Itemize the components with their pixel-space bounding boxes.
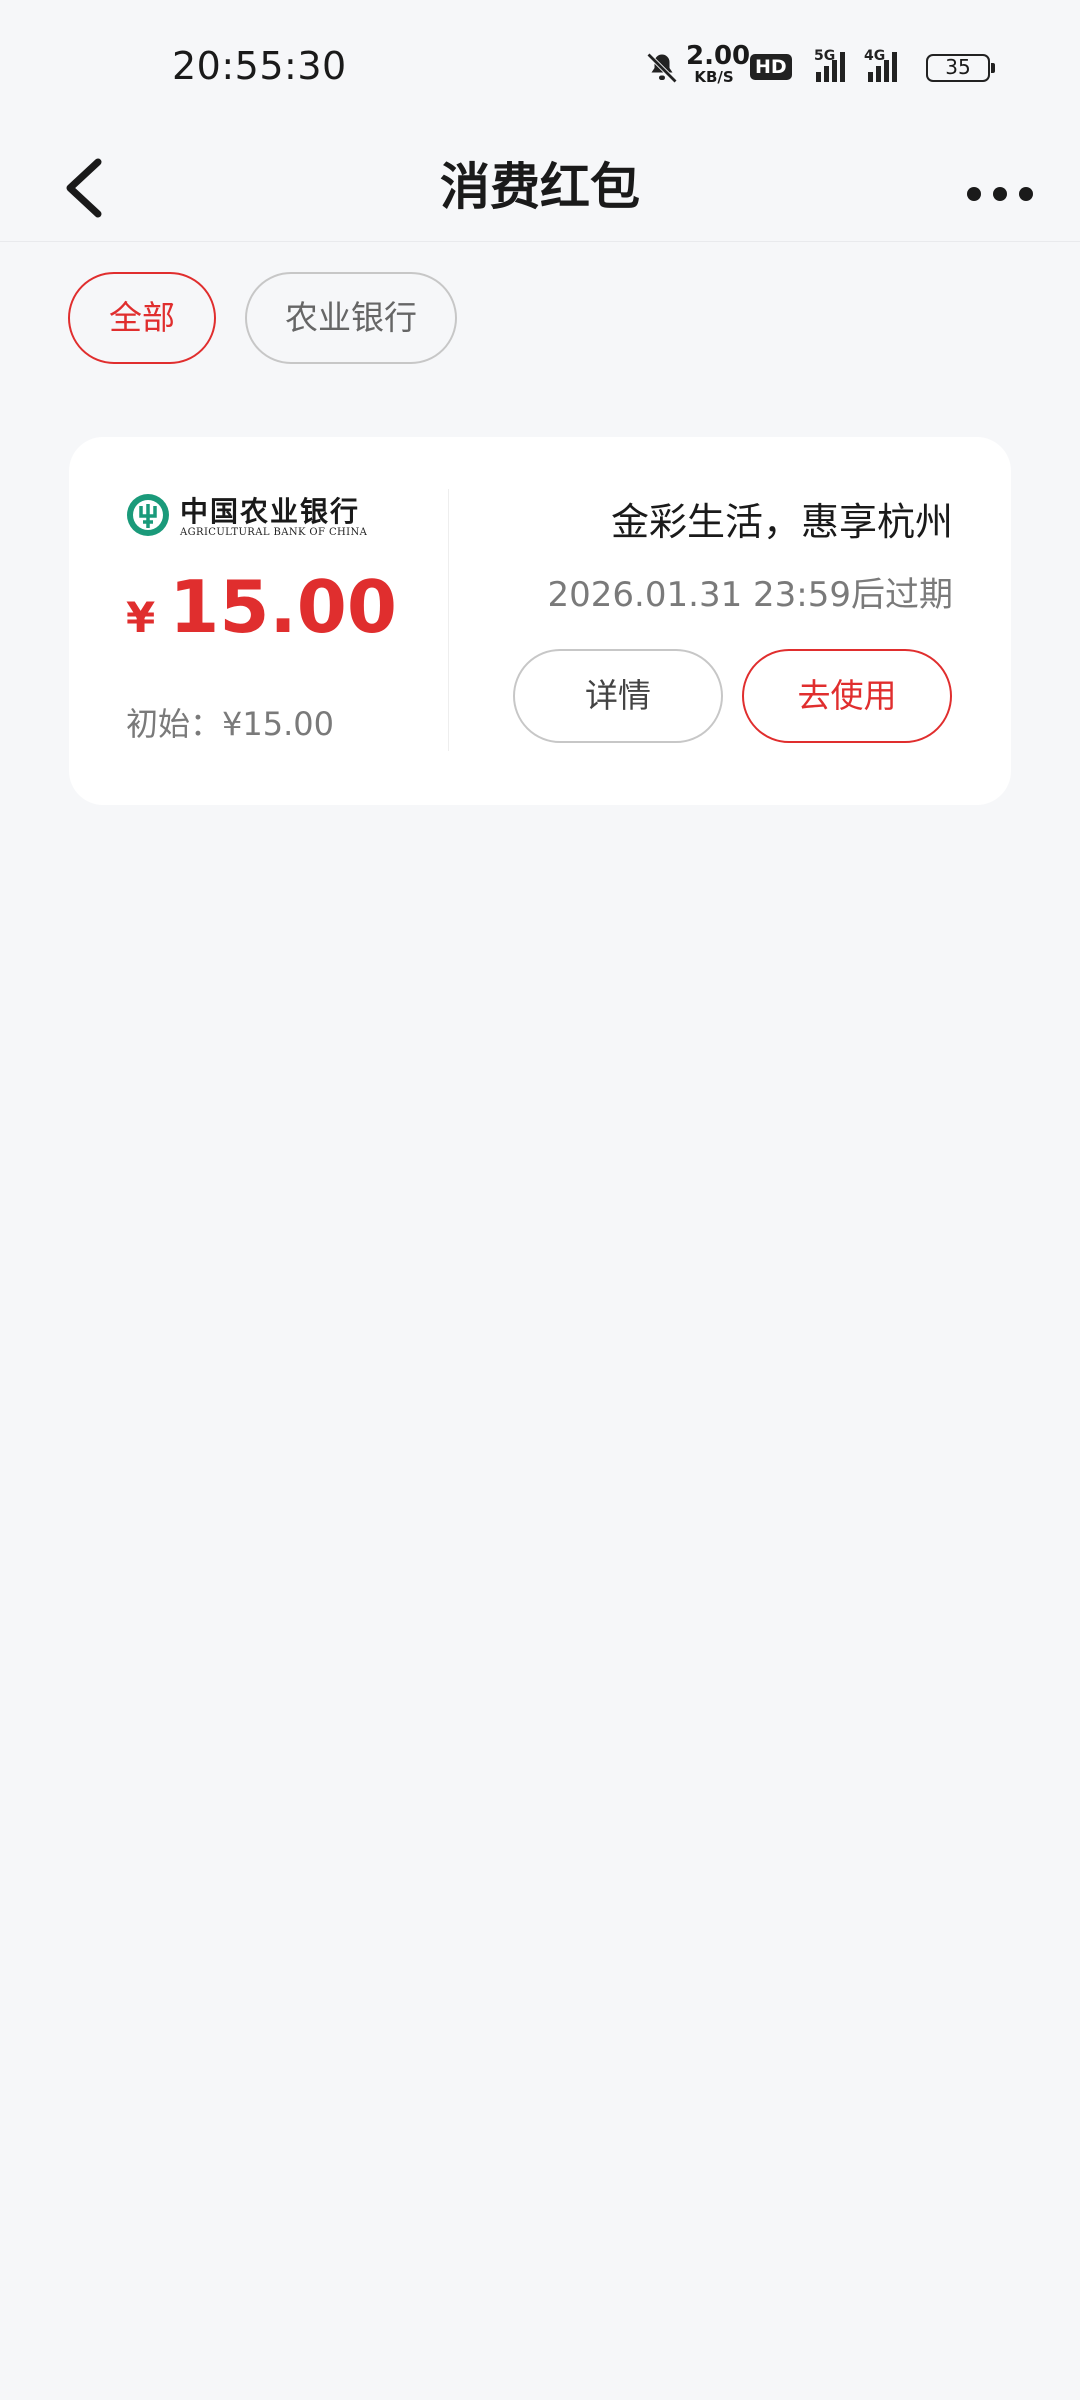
signal-4g-icon: 4G [864,48,897,82]
status-bar: 20:55:30 2.00 KB/S HD 5G 4G 35 [0,0,1080,136]
bank-logo: 中国农业银行 AGRICULTURAL BANK OF CHINA [125,492,367,544]
promo-title: 金彩生活，惠享杭州 [610,500,953,544]
net-speed: 2.00 KB/S [686,41,751,87]
hd-badge: HD [750,54,792,80]
mute-bell-icon [646,52,678,84]
net-speed-value: 2.00 [686,41,751,71]
amount: ¥15.00 [126,565,397,649]
filter-chip-all[interactable]: 全部 [68,272,216,364]
amount-value: 15.00 [169,565,397,649]
nav-bar: 消费红包 [0,136,1080,242]
expiry-text: 2026.01.31 23:59后过期 [547,575,953,615]
filter-chip-abc[interactable]: 农业银行 [245,272,457,364]
bank-name-cn: 中国农业银行 [180,495,361,528]
status-time: 20:55:30 [172,44,347,88]
net-speed-unit: KB/S [694,68,734,86]
signal-4g-label: 4G [864,48,885,64]
status-icons: 2.00 KB/S HD 5G 4G 35 [644,41,1004,90]
detail-button[interactable]: 详情 [513,649,723,743]
card-divider [448,489,449,751]
currency-symbol: ¥ [126,593,156,642]
battery-icon: 35 [926,54,995,82]
initial-amount: 初始：¥15.00 [126,705,334,743]
use-button[interactable]: 去使用 [742,649,952,743]
signal-5g-icon: 5G [814,48,845,82]
more-dots-icon [967,187,1033,201]
red-packet-card: 中国农业银行 AGRICULTURAL BANK OF CHINA ¥15.00… [69,437,1011,805]
more-button[interactable] [960,156,1040,216]
abc-emblem-icon [127,494,169,536]
bank-name-en: AGRICULTURAL BANK OF CHINA [180,527,368,538]
page-title: 消费红包 [440,158,640,216]
